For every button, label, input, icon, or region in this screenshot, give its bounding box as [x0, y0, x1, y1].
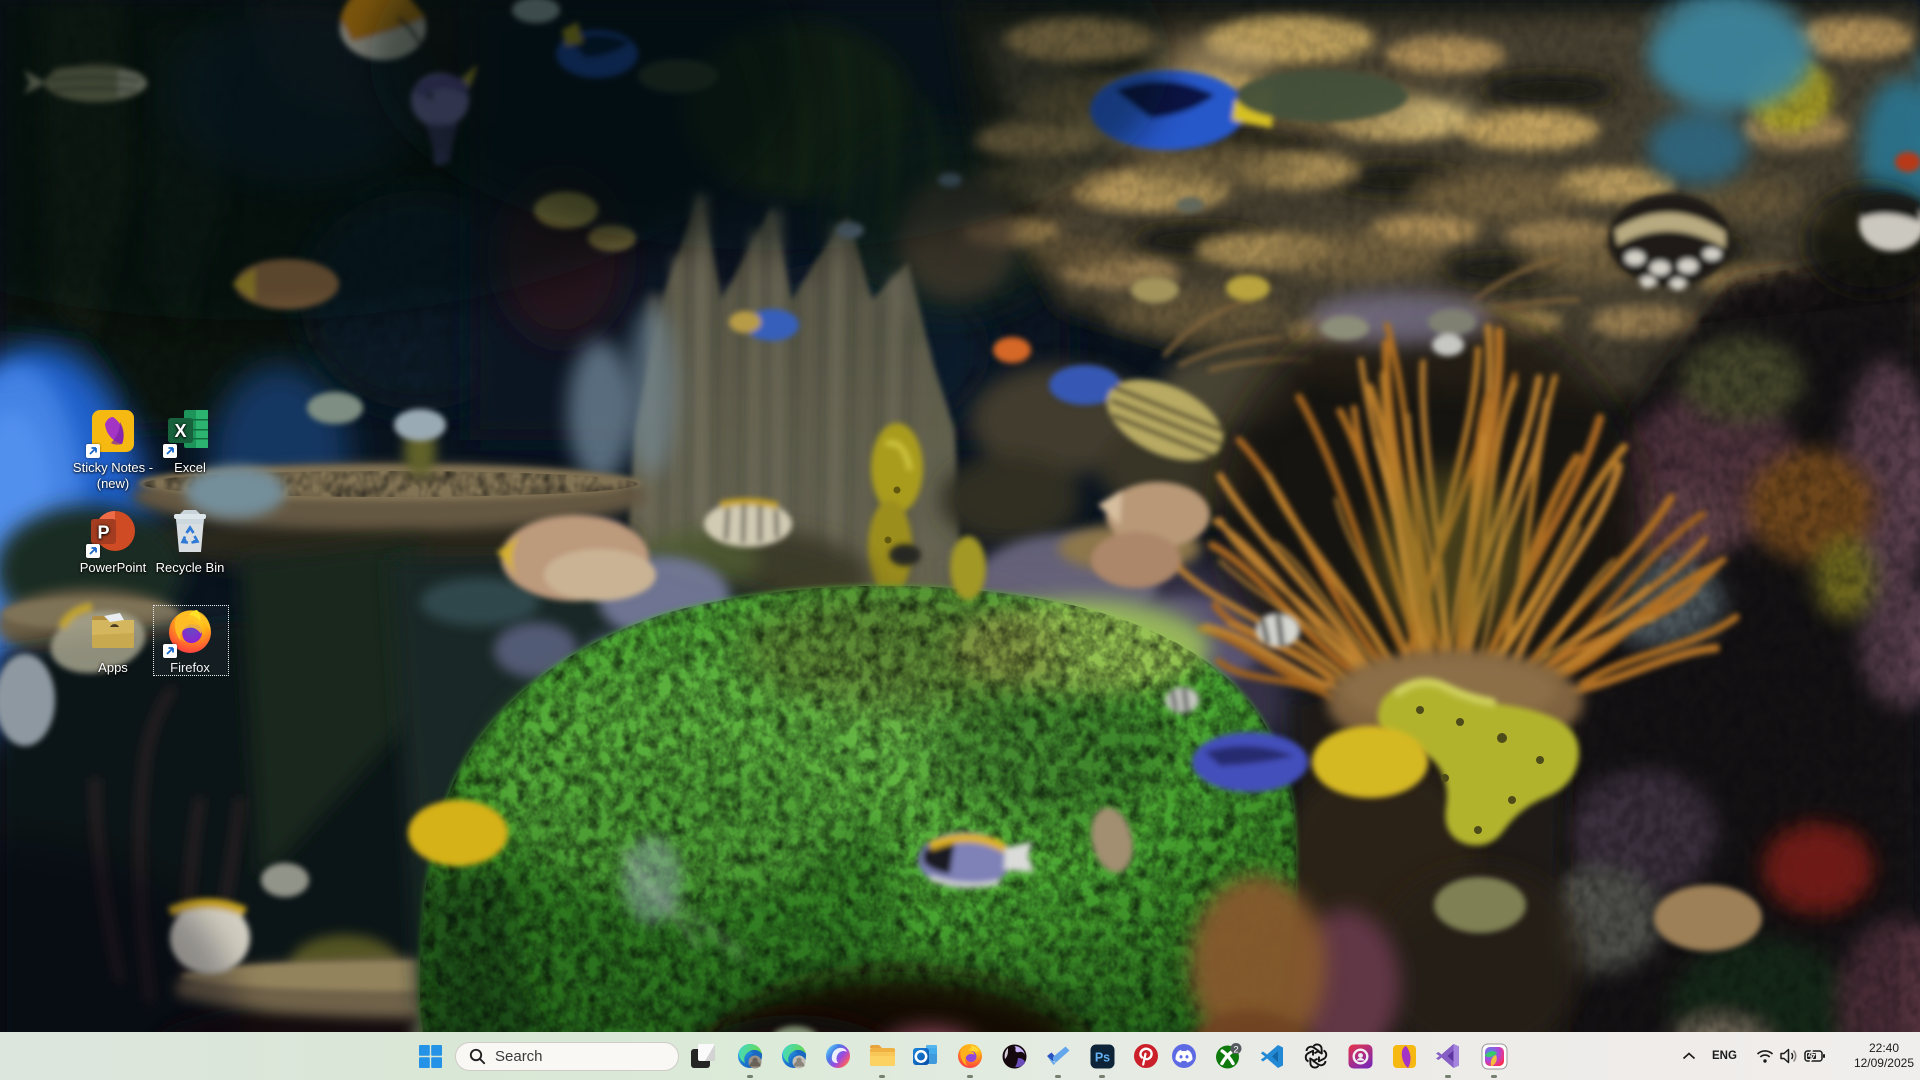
svg-text:P: P [97, 523, 109, 543]
svg-text:2: 2 [1233, 1044, 1238, 1055]
svg-text:Ps: Ps [1094, 1050, 1109, 1064]
svg-text:X: X [174, 421, 186, 441]
